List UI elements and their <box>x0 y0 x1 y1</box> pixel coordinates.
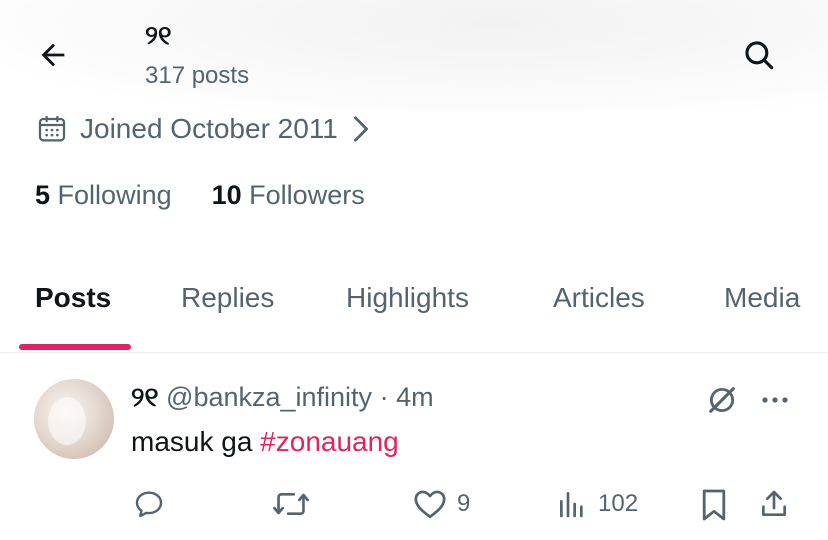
search-button[interactable] <box>736 32 782 78</box>
repost-icon <box>273 492 309 516</box>
bookmark-button[interactable] <box>700 488 728 522</box>
views-button[interactable]: 102 <box>556 488 638 520</box>
more-options-button[interactable] <box>754 380 796 420</box>
reply-button[interactable] <box>133 488 165 520</box>
post-display-name[interactable]: ୨୧ <box>131 382 159 412</box>
following-link[interactable]: 5 Following <box>35 180 172 211</box>
following-count: 5 <box>35 180 51 210</box>
heart-icon <box>414 490 446 519</box>
followers-link[interactable]: 10 Followers <box>212 180 365 211</box>
follow-stats: 5 Following 10 Followers <box>35 180 365 211</box>
back-button[interactable] <box>30 32 76 78</box>
avatar[interactable] <box>34 379 114 459</box>
view-count: 102 <box>598 490 639 517</box>
posts-count: 317 posts <box>145 62 250 89</box>
followers-count: 10 <box>211 180 242 210</box>
like-count: 9 <box>457 490 471 517</box>
bookmark-icon <box>702 489 726 521</box>
tab-articles[interactable]: Articles <box>553 282 645 314</box>
post-header: ୨୧ @bankza_infinity · 4m <box>131 382 434 414</box>
arrow-left-icon <box>41 43 65 67</box>
like-button[interactable]: 9 <box>413 488 470 520</box>
tab-replies[interactable]: Replies <box>181 282 274 314</box>
grok-icon <box>709 387 735 413</box>
more-icon <box>762 397 788 403</box>
active-tab-indicator <box>19 344 131 350</box>
tab-posts[interactable]: Posts <box>35 282 111 314</box>
tabs-divider <box>0 352 828 353</box>
tab-media[interactable]: Media <box>724 282 800 314</box>
profile-title: ୨୧ <box>145 20 172 50</box>
followers-label: Followers <box>249 180 365 210</box>
calendar-icon <box>38 115 66 142</box>
reply-icon <box>135 491 163 518</box>
post-text-body: masuk ga <box>131 426 261 457</box>
post-text: masuk ga #zonauang <box>131 426 399 458</box>
views-icon <box>560 492 583 518</box>
share-icon <box>762 490 786 516</box>
joined-date-row[interactable]: Joined October 2011 <box>36 113 372 145</box>
repost-button[interactable] <box>273 488 309 520</box>
search-icon <box>745 41 774 70</box>
following-label: Following <box>57 180 172 210</box>
grok-button[interactable] <box>700 380 744 420</box>
post-hashtag[interactable]: #zonauang <box>260 426 399 457</box>
post-separator: · <box>379 382 389 412</box>
post-handle[interactable]: @bankza_infinity <box>166 382 372 412</box>
joined-date-text: Joined October 2011 <box>80 113 338 144</box>
share-button[interactable] <box>758 488 790 520</box>
chevron-right-icon <box>353 116 368 142</box>
post-time[interactable]: 4m <box>396 382 434 412</box>
header-background <box>0 0 828 112</box>
tab-highlights[interactable]: Highlights <box>346 282 469 314</box>
